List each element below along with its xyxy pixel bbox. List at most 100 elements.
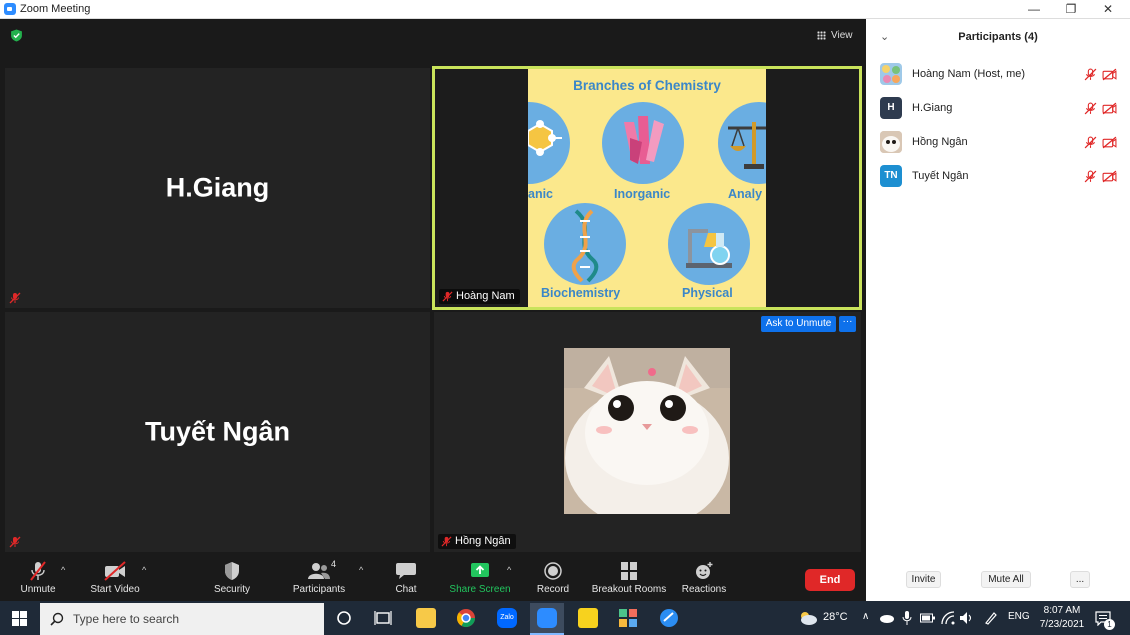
crystal-icon [624,116,664,164]
participant-row[interactable]: H H.Giang [866,93,1130,123]
zalo-icon[interactable]: Zalo [497,608,517,628]
weather-cloud-icon [801,612,817,625]
video-tile-tuyet-ngan[interactable]: Tuyết Ngân [5,312,430,552]
zoom-taskbar-active[interactable] [530,603,564,635]
video-options-caret[interactable]: ^ [142,565,146,575]
muted-mic-icon[interactable] [1084,68,1097,81]
share-screen-button[interactable]: Share Screen [446,559,514,599]
participant-name-large: Tuyết Ngân [144,416,290,447]
audio-options-caret[interactable]: ^ [61,565,65,575]
reactions-button[interactable]: Reactions [680,559,728,599]
restore-button[interactable]: ❐ [1053,0,1089,19]
participant-row[interactable]: Hồng Ngân [866,127,1130,157]
participant-name: Hoàng Nam (Host, me) [912,68,1026,80]
muted-mic-icon[interactable] [1084,170,1097,183]
sticky-notes-icon[interactable] [578,608,598,628]
clock-date: 7/23/2021 [1039,619,1085,630]
video-off-icon[interactable] [1102,170,1117,183]
record-button[interactable]: Record [534,559,572,599]
participant-name: Hoàng Nam [456,290,515,302]
profile-picture-cat [564,348,730,514]
video-tile-h-giang[interactable]: H.Giang [5,68,430,308]
mute-all-button[interactable]: Mute All [981,571,1031,588]
video-tile-hong-ngan[interactable]: Ask to Unmute ··· Hồng Ngân [434,312,861,552]
onedrive-icon[interactable] [879,613,894,623]
microphone-tray-icon[interactable] [902,611,912,625]
close-button[interactable]: ✕ [1090,0,1126,19]
analytical-illustration [718,102,766,184]
file-explorer-icon[interactable] [416,608,436,628]
participant-name-tag: Hồng Ngân [438,534,516,549]
encryption-shield-icon[interactable] [10,29,23,42]
unmute-button[interactable]: Unmute [14,559,62,599]
windows-start-icon[interactable] [12,611,27,626]
wifi-icon[interactable] [941,611,955,625]
taskbar-search-box[interactable]: Type here to search [40,603,324,635]
participants-panel: ⌄ Participants (4) Hoàng Nam (Host, me) [866,19,1130,601]
taskbar-clock[interactable]: 8:07 AM 7/23/2021 [1034,604,1090,632]
participants-panel-title: Participants (4) [958,31,1038,43]
video-stage: View H.Giang Tuyết Ngân Branches of Chem… [0,19,866,601]
input-language[interactable]: ENG [1008,611,1030,622]
physical-label: Physical [682,286,733,300]
muted-mic-icon[interactable] [1084,136,1097,149]
cat-image [564,348,730,514]
security-button[interactable]: Security [206,559,258,599]
view-label: View [831,30,853,41]
end-meeting-button[interactable]: End [805,569,855,591]
participants-button[interactable]: 4 Participants [289,559,349,599]
minimize-button[interactable]: — [1016,0,1052,19]
chrome-icon[interactable] [456,608,476,628]
muted-mic-icon [9,536,21,548]
participants-options-caret[interactable]: ^ [359,565,363,575]
cortana-icon[interactable] [334,608,354,628]
window-title: Zoom Meeting [20,3,91,15]
dna-icon [571,209,599,283]
muted-mic-icon [30,561,46,581]
notification-count-badge: 1 [1104,619,1115,630]
video-tile-hoang-nam-active-speaker[interactable]: Branches of Chemistry anic Inorganic Ana… [432,66,862,310]
participant-row[interactable]: Hoàng Nam (Host, me) [866,59,1130,89]
battery-icon[interactable] [920,613,935,623]
slide-title: Branches of Chemistry [573,78,721,93]
physical-illustration [668,203,750,285]
security-label: Security [213,584,251,595]
participants-icon [308,563,330,579]
lab-flask-icon [686,229,732,268]
view-button[interactable]: View [813,27,857,44]
edge-app-icon[interactable] [659,608,679,628]
panel-more-button[interactable]: ... [1070,571,1090,588]
title-bar: Zoom Meeting — ❐ ✕ [0,0,1130,19]
volume-icon[interactable] [960,612,974,624]
video-off-icon[interactable] [1102,102,1117,115]
pen-workspace-icon[interactable] [984,611,998,625]
breakout-rooms-label: Breakout Rooms [591,584,667,595]
task-view-icon[interactable] [373,608,393,628]
muted-mic-icon[interactable] [1084,102,1097,115]
participant-row[interactable]: TN Tuyết Ngân [866,161,1130,191]
security-shield-icon [225,562,239,580]
molecule-icon [528,120,562,156]
video-off-icon[interactable] [1102,136,1117,149]
tray-show-hidden-icon[interactable]: ∧ [862,611,869,622]
participant-name-tag: Hoàng Nam [439,289,520,304]
weather-temperature[interactable]: 28°C [823,611,848,623]
invite-button[interactable]: Invite [906,571,941,588]
share-options-caret[interactable]: ^ [507,565,511,575]
photos-icon[interactable] [618,608,638,628]
biochemistry-illustration [544,203,626,285]
avatar: H [880,97,902,119]
muted-mic-icon [9,292,21,304]
analytical-label: Analy [728,187,763,201]
clock-time: 8:07 AM [1043,605,1081,616]
share-screen-icon [471,563,489,577]
start-video-button[interactable]: Start Video [86,559,144,599]
video-off-icon[interactable] [1102,68,1117,81]
chat-button[interactable]: Chat [388,559,424,599]
avatar: TN [880,165,902,187]
ask-to-unmute-button[interactable]: Ask to Unmute [761,316,836,332]
tile-more-options-button[interactable]: ··· [839,316,856,332]
biochemistry-label: Biochemistry [541,286,621,300]
breakout-rooms-button[interactable]: Breakout Rooms [590,559,668,599]
avatar [880,131,902,153]
